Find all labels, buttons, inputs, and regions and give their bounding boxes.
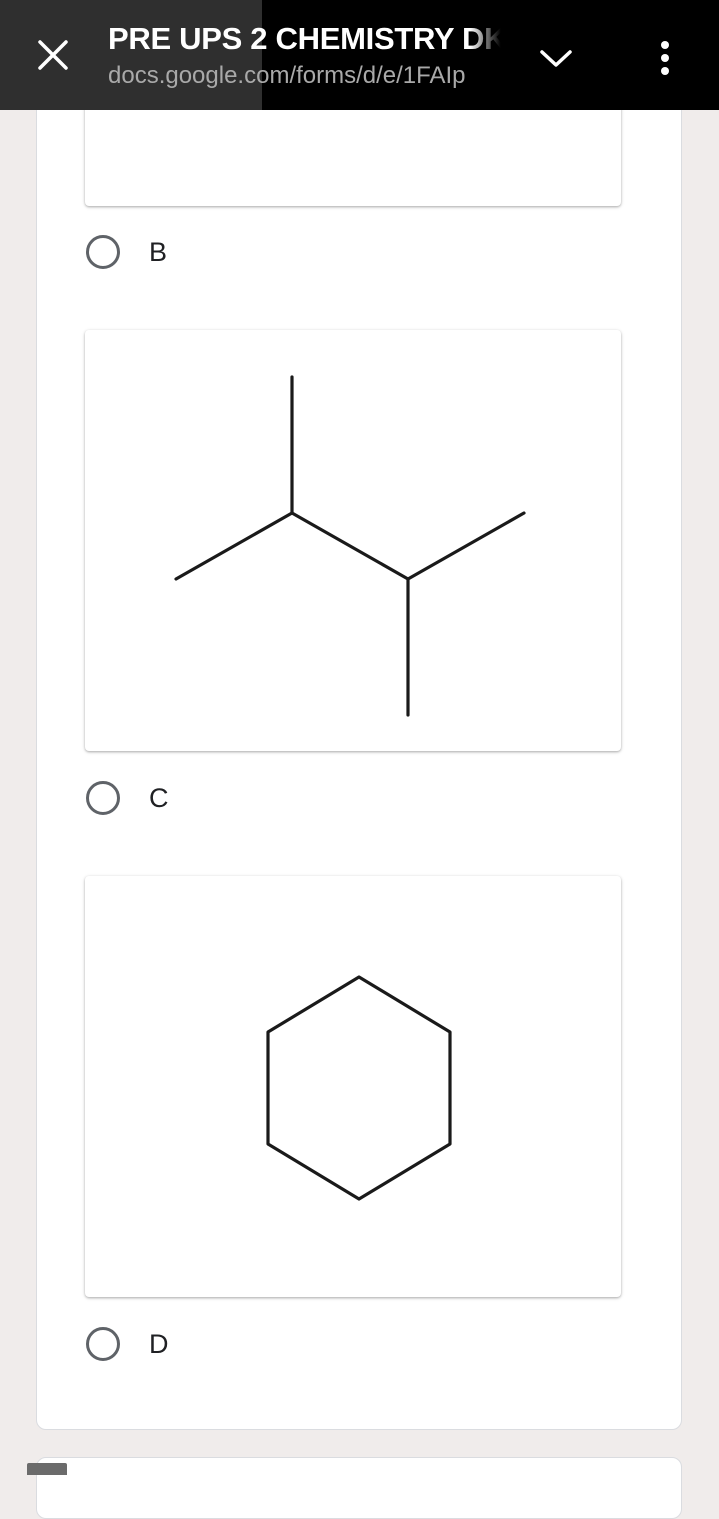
next-question-card (36, 1457, 682, 1519)
option-d[interactable]: D (80, 1319, 380, 1369)
molecule-dimethylbutane (174, 375, 526, 717)
option-b[interactable]: B (80, 227, 380, 277)
page-url: docs.google.com/forms/d/e/1FAIp (108, 62, 466, 89)
close-button[interactable] (22, 24, 84, 86)
option-c[interactable]: C (80, 773, 380, 823)
option-image-d (85, 876, 621, 1297)
radio-button[interactable] (86, 1327, 120, 1361)
page-title: PRE UPS 2 CHEMISTRY DKC (108, 21, 504, 56)
molecule-cyclohexane (266, 975, 452, 1201)
more-vert-icon (661, 41, 669, 75)
option-label: B (149, 236, 168, 267)
more-options-button[interactable] (636, 27, 694, 89)
radio-button[interactable] (86, 781, 120, 815)
page-info[interactable]: PRE UPS 2 CHEMISTRY DKC docs.google.com/… (108, 20, 504, 92)
browser-top-bar: PRE UPS 2 CHEMISTRY DKC docs.google.com/… (0, 0, 719, 110)
option-image-c (85, 330, 621, 751)
option-label: D (149, 1328, 169, 1359)
option-label: C (149, 782, 169, 813)
close-icon (38, 40, 68, 70)
radio-button[interactable] (86, 235, 120, 269)
title-fade (470, 18, 506, 98)
chevron-down-icon (540, 50, 572, 67)
next-card-tab (27, 1463, 67, 1475)
expand-button[interactable] (525, 27, 587, 89)
